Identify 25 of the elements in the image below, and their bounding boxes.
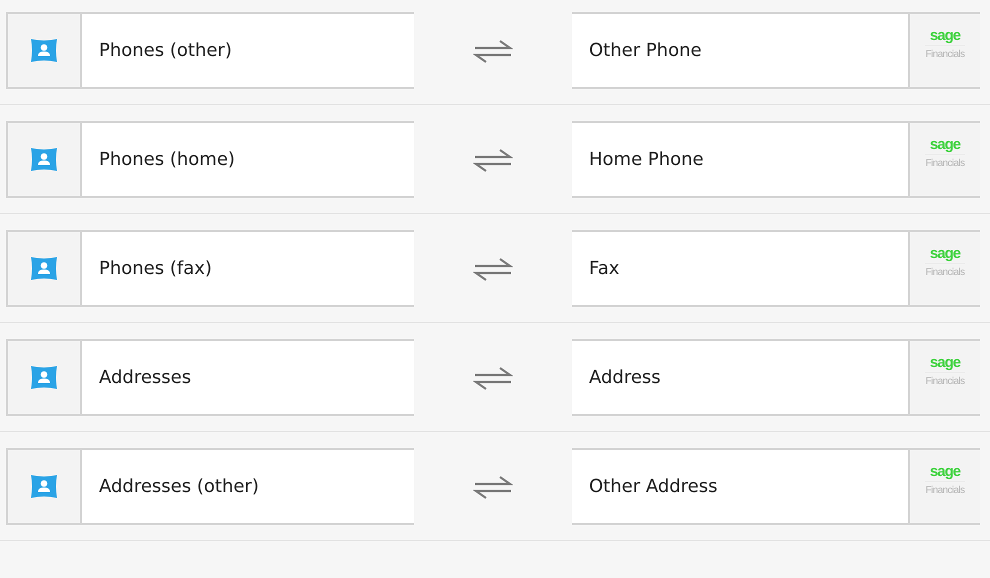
target-field-label: Fax xyxy=(589,258,620,279)
logo-product: Financials xyxy=(925,154,965,168)
logo-product: Financials xyxy=(925,44,965,60)
source-field-label: Addresses xyxy=(99,367,192,388)
logo-product: Financials xyxy=(925,372,965,386)
logo-name: sage xyxy=(930,136,960,152)
source-field-label: Phones (home) xyxy=(99,149,235,170)
source-field-label: Phones (other) xyxy=(99,40,232,61)
logo-name: sage xyxy=(930,464,960,478)
logo-name: sage xyxy=(930,246,960,260)
contact-card-icon xyxy=(29,146,59,174)
contact-card-icon xyxy=(29,472,59,500)
contact-card-icon xyxy=(29,254,59,282)
logo-product: Financials xyxy=(925,262,965,278)
target-field-label: Other Address xyxy=(589,476,718,497)
target-field-label: Home Phone xyxy=(589,149,704,170)
contact-card-icon xyxy=(29,36,59,64)
logo-name: sage xyxy=(930,28,960,42)
source-field-label: Phones (fax) xyxy=(99,258,212,279)
logo-name: sage xyxy=(930,354,960,370)
target-field-label: Other Phone xyxy=(589,40,702,61)
contact-card-icon xyxy=(29,364,59,392)
target-field-label: Address xyxy=(589,367,661,388)
source-field-label: Addresses (other) xyxy=(99,476,259,497)
logo-product: Financials xyxy=(925,480,965,496)
